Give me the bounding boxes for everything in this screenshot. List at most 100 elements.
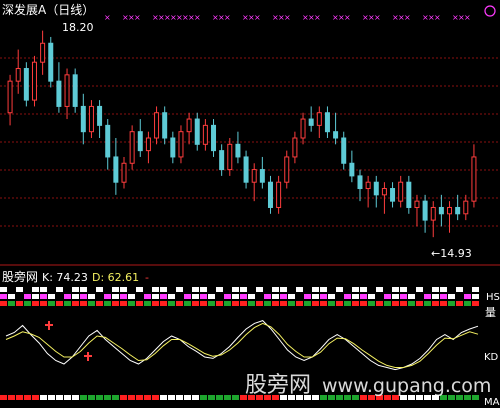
status-cell <box>256 294 263 299</box>
status-cell <box>472 294 479 299</box>
candle <box>31 55 37 107</box>
status-cell <box>64 301 71 306</box>
status-cell <box>32 395 39 400</box>
status-cell <box>136 395 143 400</box>
status-cell <box>112 287 119 292</box>
status-cell <box>160 287 167 292</box>
high-price-label: 18.20 <box>62 21 94 34</box>
status-cell <box>56 395 63 400</box>
label-ma: MA <box>484 397 500 408</box>
candle-body <box>162 112 168 139</box>
status-cell <box>152 395 159 400</box>
candle-body <box>105 124 111 158</box>
candle-body <box>137 131 143 152</box>
status-cell <box>88 395 95 400</box>
status-cell <box>40 301 47 306</box>
status-cell <box>136 287 143 292</box>
status-cell <box>240 301 247 306</box>
status-cell <box>120 395 127 400</box>
candle <box>129 125 135 170</box>
candle-body <box>227 143 233 171</box>
candle-body <box>64 74 70 107</box>
status-cell <box>352 294 359 299</box>
status-cell <box>200 301 207 306</box>
candle-body <box>154 112 160 139</box>
candle-body <box>186 118 192 133</box>
candle-body <box>430 206 436 221</box>
status-cell <box>176 301 183 306</box>
status-cell <box>384 287 391 292</box>
status-cell <box>208 301 215 306</box>
label-volume: 量 <box>485 306 496 319</box>
watermark-brand: 股旁网 <box>245 373 311 398</box>
status-cell <box>328 301 335 306</box>
indicator-name: 股旁网 <box>2 269 38 284</box>
status-cell <box>360 287 367 292</box>
k-value: K: 74.23 <box>42 271 88 284</box>
status-cell <box>240 287 247 292</box>
indicator-dash: - <box>145 271 149 284</box>
candle-body <box>7 80 13 114</box>
status-cell <box>80 287 87 292</box>
status-cell <box>432 287 439 292</box>
candle-body <box>390 188 396 202</box>
status-cell <box>96 301 103 306</box>
status-cell <box>96 395 103 400</box>
status-cell <box>40 395 47 400</box>
signal-x-mark: × <box>464 13 471 22</box>
status-cell <box>368 301 375 306</box>
status-cell <box>96 287 103 292</box>
status-cell <box>104 395 111 400</box>
status-cell <box>336 301 343 306</box>
label-kd: KD <box>484 352 499 363</box>
status-cell <box>440 301 447 306</box>
status-cell <box>352 287 359 292</box>
status-cell <box>24 294 31 299</box>
status-cell <box>72 294 79 299</box>
status-cell <box>304 287 311 292</box>
signal-x-mark: × <box>134 13 141 22</box>
candle-body <box>398 181 404 202</box>
status-cell <box>112 294 119 299</box>
candle <box>72 68 78 113</box>
status-cell <box>152 301 159 306</box>
status-cell <box>432 294 439 299</box>
status-cell <box>456 294 463 299</box>
status-cell <box>208 294 215 299</box>
status-cell <box>464 294 471 299</box>
status-cell <box>168 395 175 400</box>
signal-x-mark: × <box>314 13 321 22</box>
status-cell <box>256 301 263 306</box>
signal-x-mark: × <box>104 13 111 22</box>
status-cell <box>416 301 423 306</box>
status-cell <box>152 294 159 299</box>
status-cell <box>56 301 63 306</box>
status-cell <box>144 287 151 292</box>
candle-body <box>129 131 135 164</box>
status-cell <box>296 301 303 306</box>
status-cell <box>392 301 399 306</box>
candle-body <box>447 206 453 215</box>
status-cell <box>336 287 343 292</box>
candle-body <box>455 206 461 215</box>
status-cell <box>472 287 479 292</box>
status-cell <box>104 287 111 292</box>
status-cell <box>368 287 375 292</box>
status-cell <box>192 301 199 306</box>
candle-body <box>276 181 282 208</box>
status-cell <box>48 301 55 306</box>
signal-x-mark: × <box>344 13 351 22</box>
status-cell <box>208 395 215 400</box>
candle-body <box>324 112 330 133</box>
status-cell <box>272 287 279 292</box>
status-cell <box>0 287 7 292</box>
status-cell <box>80 395 87 400</box>
status-cell <box>144 294 151 299</box>
status-cell <box>432 301 439 306</box>
chart-title: 深发展A（日线） <box>2 2 94 17</box>
status-cell <box>8 301 15 306</box>
status-cell <box>64 395 71 400</box>
status-cell <box>40 294 47 299</box>
status-cell <box>0 301 7 306</box>
candle-body <box>80 105 86 133</box>
